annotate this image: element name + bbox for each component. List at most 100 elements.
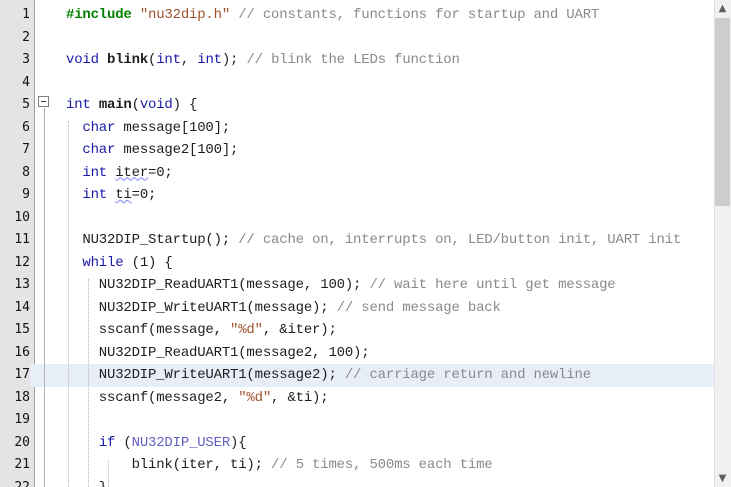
line-number: 19	[14, 412, 30, 427]
code-text: while (1) {	[66, 252, 173, 275]
code-line[interactable]: 19	[0, 409, 731, 432]
code-token: message2[100];	[123, 142, 239, 158]
code-line[interactable]: 16 NU32DIP_ReadUART1(message2, 100);	[0, 342, 731, 365]
code-text: if (NU32DIP_USER){	[66, 432, 247, 455]
code-token: );	[221, 52, 247, 68]
code-token: }	[66, 480, 107, 487]
code-line[interactable]: 8 int iter=0;	[0, 162, 731, 185]
code-token: int	[156, 52, 181, 68]
code-token: // carriage return and newline	[344, 367, 591, 383]
code-token: char	[82, 119, 124, 136]
code-line[interactable]: 5 int main(void) {	[0, 94, 731, 117]
code-line[interactable]: 2	[0, 27, 731, 50]
line-number: 7	[22, 142, 30, 157]
code-token: NU32DIP_ReadUART1(message, 100);	[66, 277, 370, 293]
code-token: int	[82, 187, 116, 203]
code-text: sscanf(message2, "%d", &ti);	[66, 387, 329, 410]
code-text: blink(iter, ti); // 5 times, 500ms each …	[66, 454, 493, 477]
code-line[interactable]: 18 sscanf(message2, "%d", &ti);	[0, 387, 731, 410]
code-token: "%d"	[238, 389, 272, 406]
code-line[interactable]: 13 NU32DIP_ReadUART1(message, 100); // w…	[0, 274, 731, 297]
indent-guide	[88, 279, 89, 487]
line-number: 4	[22, 74, 30, 90]
code-text: NU32DIP_Startup(); // cache on, interrup…	[66, 229, 681, 252]
code-text: #include "nu32dip.h" // constants, funct…	[66, 4, 599, 27]
code-token: sscanf(message,	[66, 322, 231, 338]
line-number: 5	[22, 97, 30, 112]
code-token: int	[66, 97, 99, 113]
code-text: }	[66, 477, 107, 487]
line-number: 12	[14, 254, 30, 270]
code-line[interactable]: 4	[0, 72, 731, 95]
code-token: "%d"	[230, 322, 263, 338]
line-number: 10	[14, 209, 30, 225]
line-number: 17	[0, 364, 30, 387]
line-number: 6	[22, 119, 30, 135]
line-number: 15	[14, 322, 30, 337]
code-token: #include	[66, 7, 140, 23]
code-token: NU32DIP_WriteUART1(message);	[66, 299, 337, 316]
code-text: char message2[100];	[66, 139, 238, 162]
code-token: ) {	[172, 97, 198, 113]
code-text: void blink(int, int); // blink the LEDs …	[66, 49, 460, 72]
code-token: message[100];	[123, 119, 231, 136]
code-token: sscanf(message2,	[66, 389, 239, 406]
scrollbar-thumb[interactable]	[715, 18, 730, 206]
scroll-up-icon[interactable]: ▲	[714, 0, 731, 17]
indent-guide	[108, 460, 109, 487]
code-token: main	[98, 97, 132, 113]
line-number: 9	[22, 187, 30, 202]
code-line[interactable]: 6 char message[100];	[0, 117, 731, 140]
code-token: NU32DIP_USER	[131, 434, 231, 451]
code-text: int ti=0;	[66, 184, 156, 207]
code-token: // wait here until get message	[369, 277, 616, 293]
code-line[interactable]: 9 int ti=0;	[0, 184, 731, 207]
code-token: NU32DIP_WriteUART1(message2);	[66, 367, 345, 383]
code-line[interactable]: 17 NU32DIP_WriteUART1(message2); // carr…	[0, 364, 731, 387]
indent-guide	[68, 121, 69, 487]
line-number: 21	[14, 457, 30, 472]
code-line[interactable]: 1 #include "nu32dip.h" // constants, func…	[0, 4, 731, 27]
line-number: 18	[14, 389, 30, 405]
line-number: 22	[14, 479, 30, 487]
code-line[interactable]: 3 void blink(int, int); // blink the LEDs…	[0, 49, 731, 72]
fold-collapse-icon[interactable]	[38, 96, 49, 107]
code-token: (	[148, 52, 157, 68]
code-line[interactable]: 7 char message2[100];	[0, 139, 731, 162]
code-token: =0;	[148, 164, 173, 181]
code-token: "nu32dip.h"	[139, 7, 231, 23]
code-token: // cache on, interrupts on, LED/button i…	[238, 232, 682, 248]
code-line[interactable]: 20 if (NU32DIP_USER){	[0, 432, 731, 455]
code-token: , &ti);	[271, 389, 329, 406]
code-text: NU32DIP_ReadUART1(message, 100); // wait…	[66, 274, 616, 297]
line-number: 13	[14, 277, 30, 292]
code-token: (1) {	[131, 254, 173, 271]
code-token: (	[123, 434, 132, 451]
code-text: int main(void) {	[66, 94, 197, 117]
line-number: 2	[22, 29, 30, 45]
code-token: if	[98, 434, 124, 451]
code-token: =0;	[131, 187, 157, 203]
code-line[interactable]: 22 }	[0, 477, 731, 487]
code-token: NU32DIP_Startup();	[66, 232, 239, 248]
scroll-down-icon[interactable]: ▼	[714, 470, 731, 487]
code-token: int	[82, 164, 116, 181]
line-number: 14	[14, 299, 30, 315]
code-line[interactable]: 14 NU32DIP_WriteUART1(message); // send …	[0, 297, 731, 320]
code-line[interactable]: 11 NU32DIP_Startup(); // cache on, inter…	[0, 229, 731, 252]
code-line[interactable]: 15 sscanf(message, "%d", &iter);	[0, 319, 731, 342]
code-token: // blink the LEDs function	[246, 52, 460, 68]
code-token: // 5 times, 500ms each time	[271, 457, 493, 473]
code-line[interactable]: 21 blink(iter, ti); // 5 times, 500ms ea…	[0, 454, 731, 477]
code-line[interactable]: 12 while (1) {	[0, 252, 731, 275]
code-line[interactable]: 10	[0, 207, 731, 230]
code-token: NU32DIP_ReadUART1(message2, 100);	[66, 344, 370, 361]
code-token: ,	[180, 52, 198, 68]
vertical-scrollbar[interactable]: ▲ ▼	[714, 0, 731, 487]
code-token: char	[82, 142, 124, 158]
code-token: while	[82, 254, 132, 271]
code-editor[interactable]: 1 #include "nu32dip.h" // constants, func…	[0, 0, 731, 487]
code-token: blink	[107, 52, 149, 68]
line-number: 11	[14, 232, 30, 247]
